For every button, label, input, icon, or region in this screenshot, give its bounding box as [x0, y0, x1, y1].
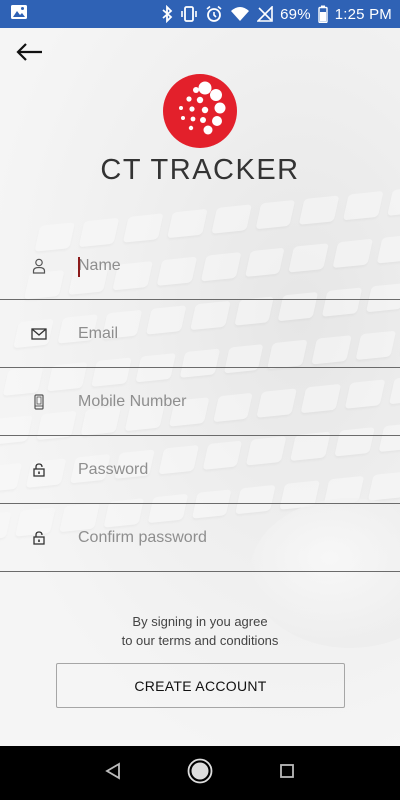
- back-button[interactable]: [14, 40, 46, 68]
- lock-icon: [0, 530, 78, 545]
- app-logo: [163, 74, 237, 148]
- nav-back-button[interactable]: [93, 753, 133, 793]
- email-field[interactable]: [0, 300, 400, 368]
- confirm-password-field[interactable]: [0, 504, 400, 572]
- name-field[interactable]: [0, 232, 400, 300]
- battery-icon: [318, 5, 328, 23]
- password-field[interactable]: [0, 436, 400, 504]
- terms-line-2[interactable]: to our terms and conditions: [0, 631, 400, 650]
- arrow-left-icon: [16, 42, 44, 67]
- bluetooth-icon: [161, 5, 173, 23]
- wifi-icon: [230, 6, 250, 22]
- triangle-back-icon: [105, 761, 121, 785]
- battery-percent: 69%: [280, 5, 311, 23]
- square-recents-icon: [279, 763, 295, 784]
- text-caret: [78, 257, 80, 277]
- email-input[interactable]: [78, 318, 378, 349]
- status-bar: 69% 1:25 PM: [0, 0, 400, 28]
- signup-screen: CT TRACKER Name Email Mobile Number By s…: [0, 28, 400, 746]
- navigation-bar: [0, 746, 400, 800]
- envelope-icon: [0, 327, 78, 340]
- nav-recents-button[interactable]: [267, 753, 307, 793]
- image-notification-icon: [10, 4, 28, 25]
- mobile-input[interactable]: [78, 386, 378, 417]
- confirm-password-input[interactable]: [78, 522, 378, 553]
- create-account-button[interactable]: CREATE ACCOUNT: [56, 663, 345, 708]
- password-input[interactable]: [78, 454, 378, 485]
- app-title: CT TRACKER: [100, 154, 300, 186]
- name-input[interactable]: [78, 250, 378, 281]
- clock-time: 1:25 PM: [334, 5, 392, 23]
- terms-notice: By signing in you agree to our terms and…: [0, 612, 400, 650]
- no-signal-icon: [257, 6, 273, 22]
- lock-icon: [0, 462, 78, 477]
- home-circle-icon: [187, 758, 213, 789]
- person-icon: [0, 258, 78, 274]
- terms-line-1: By signing in you agree: [132, 614, 268, 629]
- mobile-field[interactable]: [0, 368, 400, 436]
- vibrate-icon: [180, 5, 198, 23]
- phone-icon: [0, 393, 78, 410]
- nav-home-button[interactable]: [180, 753, 220, 793]
- alarm-icon: [205, 5, 223, 23]
